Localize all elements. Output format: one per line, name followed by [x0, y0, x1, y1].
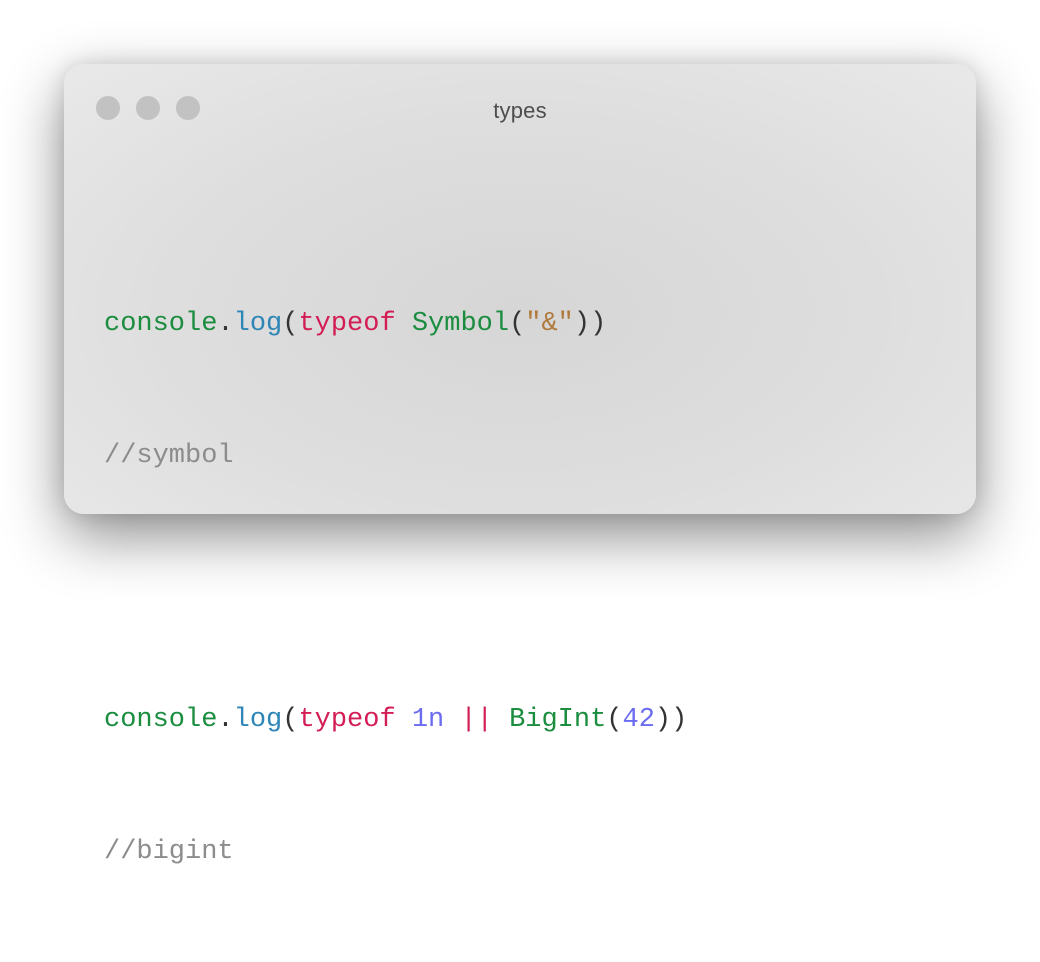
code-paren-open-2: ( [606, 705, 623, 735]
code-paren-close: )) [654, 705, 688, 735]
code-line-3-blank [104, 566, 687, 610]
code-comment: //bigint [104, 837, 234, 867]
code-operator: || [460, 705, 493, 735]
code-object: console [104, 309, 218, 339]
code-paren-open: ( [282, 309, 299, 339]
window-title: types [493, 98, 547, 123]
code-paren-open-2: ( [509, 309, 526, 339]
code-paren-open: ( [282, 705, 299, 735]
code-paren-close: )) [573, 309, 607, 339]
code-block: console.log(typeof Symbol("&")) //symbol… [104, 214, 687, 962]
code-object: console [104, 705, 218, 735]
code-comment: //symbol [104, 441, 234, 471]
code-dot: . [217, 309, 234, 339]
code-line-2: //symbol [104, 434, 687, 478]
code-call: BigInt [509, 705, 607, 735]
code-keyword: typeof [298, 705, 396, 735]
code-window: types console.log(typeof Symbol("&")) //… [64, 64, 976, 867]
code-literal: 1n [411, 705, 445, 735]
code-method: log [233, 309, 283, 339]
code-dot: . [217, 705, 234, 735]
code-line-5: //bigint [104, 830, 687, 874]
code-line-1: console.log(typeof Symbol("&")) [104, 302, 687, 346]
code-number: 42 [622, 705, 655, 735]
code-string: "&" [525, 309, 574, 339]
code-method: log [233, 705, 283, 735]
code-line-4: console.log(typeof 1n || BigInt(42)) [104, 698, 687, 742]
code-call: Symbol [411, 309, 510, 339]
code-keyword: typeof [298, 309, 396, 339]
